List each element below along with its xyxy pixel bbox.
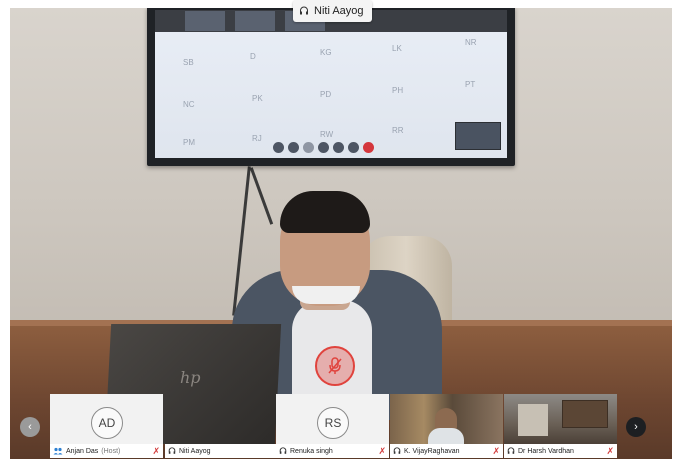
participant-name-bar: K. VijayRaghavan ✗	[390, 444, 503, 458]
host-people-icon	[53, 447, 63, 455]
participant-tile[interactable]: RS Renuka singh ✗	[276, 394, 389, 458]
screen-tile-label: SB	[183, 58, 194, 67]
participant-tile[interactable]: AD Anjan Das (Host) ✗	[50, 394, 163, 458]
monitor-control-icon	[348, 142, 359, 153]
headset-icon	[279, 447, 287, 454]
participant-name: Niti Aayog	[179, 447, 211, 455]
avatar: RS	[317, 407, 349, 439]
screen-tile-label: NC	[183, 100, 195, 109]
screen-tile-label: RW	[320, 130, 334, 139]
monitor-self-view	[455, 122, 501, 150]
participant-tile[interactable]: K. VijayRaghavan ✗	[390, 394, 503, 458]
screen-tile-label: LK	[392, 44, 402, 53]
screen-tile-label: NR	[465, 38, 477, 47]
participant-name-bar: Anjan Das (Host) ✗	[50, 444, 163, 458]
monitor-screen: SB D KG LK NR NC PK PD PH PT PM RJ RW RR	[155, 10, 507, 158]
muted-mic-icon: ✗	[492, 446, 500, 456]
participant-video	[504, 394, 617, 444]
participant-name: Dr Harsh Vardhan	[518, 447, 574, 455]
participant-tile[interactable]: Dr Harsh Vardhan ✗	[504, 394, 617, 458]
laptop-logo: hp	[180, 368, 201, 387]
screen-tile-label: KG	[320, 48, 332, 57]
monitor-control-icon	[288, 142, 299, 153]
muted-mic-icon: ✗	[378, 446, 386, 456]
monitor-end-call-icon	[363, 142, 374, 153]
screen-tile-label: D	[250, 52, 256, 61]
active-speaker-name: Niti Aayog	[314, 5, 364, 17]
avatar: AD	[91, 407, 123, 439]
headset-icon	[393, 447, 401, 454]
participant-name: Anjan Das	[66, 447, 99, 455]
screen-tile-label: RJ	[252, 134, 262, 143]
monitor-control-icon	[333, 142, 344, 153]
wall-monitor: SB D KG LK NR NC PK PD PH PT PM RJ RW RR	[147, 8, 515, 166]
chevron-right-icon[interactable]: ›	[626, 417, 646, 437]
chevron-left-icon[interactable]: ‹	[20, 417, 40, 437]
headset-icon	[168, 447, 176, 454]
participant-name: K. VijayRaghavan	[404, 447, 460, 455]
headset-icon	[300, 6, 308, 15]
headset-icon	[507, 447, 515, 454]
face-mask	[292, 286, 360, 304]
muted-mic-icon: ✗	[606, 446, 614, 456]
monitor-control-icon	[303, 142, 314, 153]
participant-name-bar: Dr Harsh Vardhan ✗	[504, 444, 617, 458]
screen-tile-label: RR	[392, 126, 404, 135]
screen-tile-label: PT	[465, 80, 476, 89]
muted-mic-icon	[315, 346, 355, 386]
participant-tile[interactable]: Niti Aayog	[165, 394, 278, 458]
screen-tile-label: PD	[320, 90, 332, 99]
screen-tile-label: PH	[392, 86, 404, 95]
screen-tile-label: PK	[252, 94, 263, 103]
participant-name: Renuka singh	[290, 447, 333, 455]
monitor-control-icon	[273, 142, 284, 153]
muted-mic-icon: ✗	[152, 446, 160, 456]
participant-video	[390, 394, 503, 444]
active-speaker-tag: Niti Aayog	[293, 0, 372, 22]
speaker-hair	[280, 191, 370, 233]
monitor-control-icon	[318, 142, 329, 153]
participant-strip: ‹ AD Anjan Das (Host) ✗ Niti Aayog RS Re…	[10, 392, 672, 459]
participant-name-bar: Renuka singh ✗	[276, 444, 389, 458]
host-label: (Host)	[101, 447, 121, 455]
screen-tile-label: PM	[183, 138, 195, 147]
participant-name-bar: Niti Aayog	[165, 444, 278, 458]
